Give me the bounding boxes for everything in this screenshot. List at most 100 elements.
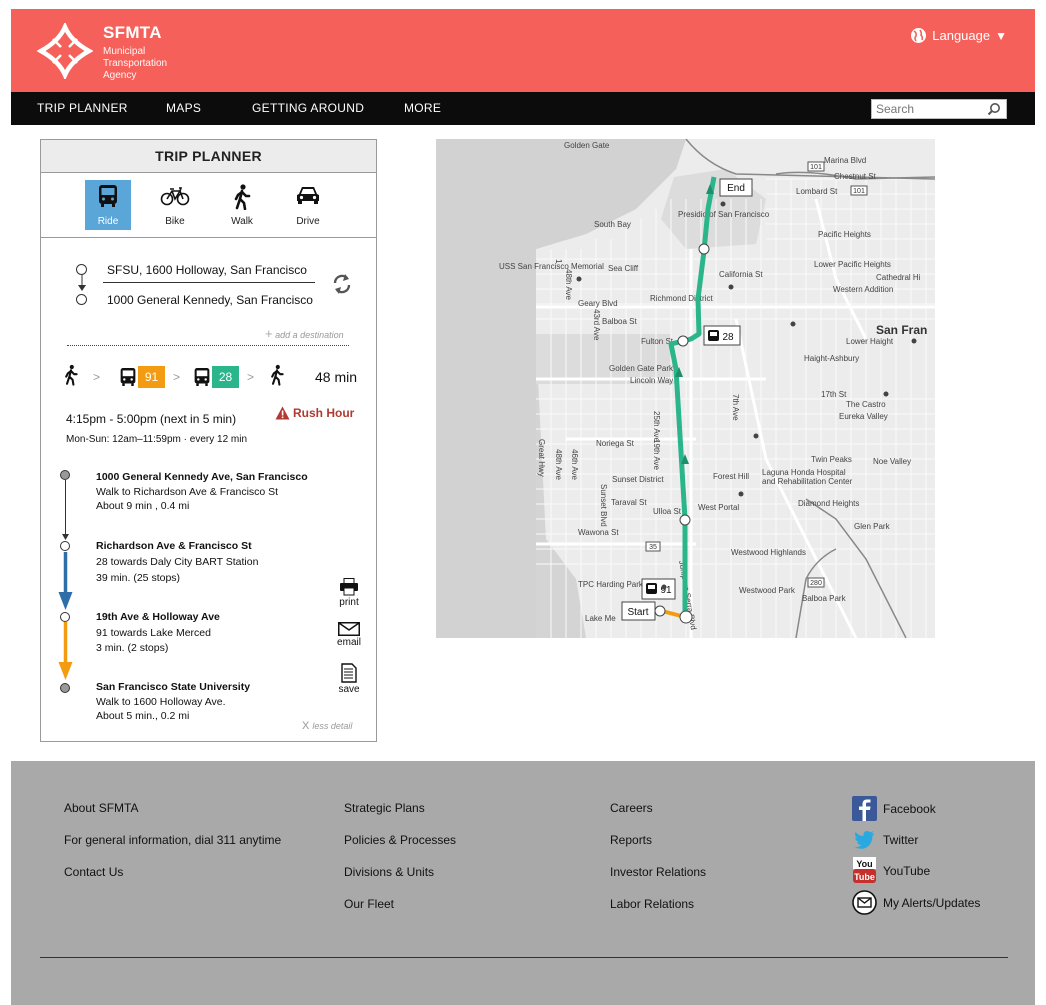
step-title: San Francisco State University	[96, 681, 251, 693]
bus-icon	[120, 368, 136, 386]
stop-marker[interactable]	[677, 335, 689, 347]
map-label: South Bay	[594, 220, 631, 229]
footer-link[interactable]: Investor Relations	[610, 865, 706, 879]
time-window: 4:15pm - 5:00pm (next in 5 min)	[66, 412, 237, 426]
footer-link[interactable]: Strategic Plans	[344, 801, 425, 815]
footer-divider	[40, 957, 1008, 958]
email-button[interactable]: email	[333, 622, 365, 648]
save-button[interactable]: save	[333, 663, 365, 695]
search-input[interactable]	[872, 100, 982, 118]
step-title: 19th Ave & Holloway Ave	[96, 611, 220, 623]
map-label: Sunset District	[612, 475, 664, 484]
start-label: Start	[627, 607, 648, 618]
walk-icon	[271, 364, 284, 386]
footer-link[interactable]: Careers	[610, 801, 653, 815]
route-summary[interactable]: > 91 > 28 > 48 min	[59, 362, 359, 392]
twitter-icon	[852, 827, 877, 852]
bike-icon	[160, 187, 190, 206]
highway-shield: 280	[810, 580, 822, 587]
map-label: 43rd Ave	[592, 309, 601, 341]
map-label: 7th Ave	[731, 394, 740, 421]
map-label: Balboa Park	[802, 594, 847, 603]
brand: SFMTA Municipal Transportation Agency	[103, 23, 167, 82]
step-detail: 91 towards Lake Merced	[96, 627, 211, 639]
stop-marker[interactable]	[679, 610, 693, 624]
mode-walk[interactable]: Walk	[219, 180, 265, 230]
step-detail: 39 min. (25 stops)	[96, 572, 181, 584]
less-detail-link[interactable]: Xless detail	[302, 720, 352, 732]
social-label: Facebook	[883, 801, 936, 816]
map-label: Westwood Park	[739, 586, 796, 595]
social-youtube[interactable]: You Tube YouTube	[852, 857, 930, 884]
footer-link[interactable]: Labor Relations	[610, 897, 694, 911]
search-icon[interactable]	[987, 102, 1001, 116]
mode-drive[interactable]: Drive	[285, 180, 331, 230]
stop-marker[interactable]	[654, 605, 666, 617]
rush-hour-alert[interactable]: Rush Hour	[275, 406, 354, 420]
add-destination-link[interactable]: + add a destination	[265, 326, 344, 341]
step-detail: About 5 min., 0.2 mi	[96, 710, 190, 722]
map-label: Lake Me	[585, 614, 616, 623]
mode-label: Ride	[97, 216, 119, 227]
destination-field[interactable]: 1000 General Kennedy, San Francisco	[107, 293, 313, 307]
footer-link[interactable]: Divisions & Units	[344, 865, 434, 879]
social-alerts[interactable]: My Alerts/Updates	[852, 890, 980, 915]
footer-link[interactable]: Contact Us	[64, 865, 123, 879]
dotted-divider	[67, 345, 349, 346]
stop-marker[interactable]	[679, 514, 691, 526]
route-map[interactable]: Golden Gate Marina Blvd Chestnut St Lomb…	[436, 139, 935, 638]
step-marker	[60, 541, 70, 551]
stop-marker[interactable]	[698, 243, 710, 255]
highway-shield: 101	[810, 164, 822, 171]
footer-link[interactable]: About SFMTA	[64, 801, 138, 815]
mode-bike[interactable]: Bike	[152, 180, 198, 230]
highway-shield: 35	[649, 544, 657, 551]
step-detail: 3 min. (2 stops)	[96, 642, 169, 654]
step-detail: Walk to 1600 Holloway Ave.	[96, 696, 226, 708]
map-label: 19th Ave	[652, 439, 661, 471]
print-button[interactable]: print	[333, 578, 365, 608]
mode-ride[interactable]: Ride	[85, 180, 131, 230]
trip-planner-title: TRIP PLANNER	[41, 140, 376, 173]
step-marker	[60, 683, 70, 693]
map-label: Laguna Honda Hospital	[762, 468, 846, 477]
nav-trip-planner[interactable]: TRIP PLANNER	[37, 101, 128, 115]
arrow-down-icon	[78, 274, 86, 291]
map-label: The Castro	[846, 400, 886, 409]
map-label: Forest Hill	[713, 472, 749, 481]
print-label: print	[339, 597, 359, 608]
footer-link[interactable]: Our Fleet	[344, 897, 394, 911]
sfmta-logo-icon[interactable]	[37, 23, 93, 79]
map-label: Noriega St	[596, 439, 635, 448]
map-label: Twin Peaks	[811, 455, 852, 464]
map-label: Golden Gate	[564, 141, 610, 150]
map-label: Marina Blvd	[824, 156, 866, 165]
nav-maps[interactable]: MAPS	[166, 101, 201, 115]
mode-label: Walk	[231, 216, 253, 227]
nav-getting-around[interactable]: GETTING AROUND	[252, 101, 364, 115]
map-label: Noe Valley	[873, 457, 911, 466]
footer-link[interactable]: For general information, dial 311 anytim…	[64, 833, 281, 847]
language-selector[interactable]: Language ▼	[910, 27, 1007, 44]
map-label: Haight-Ashbury	[804, 354, 859, 363]
walk-icon	[234, 184, 251, 210]
separator: >	[93, 370, 101, 384]
language-label: Language	[932, 28, 991, 43]
close-icon: X	[302, 720, 310, 732]
swap-icon[interactable]	[331, 273, 353, 295]
trip-planner-panel: TRIP PLANNER Ride Bike Walk Drive SFSU, …	[40, 139, 377, 742]
rush-hour-label: Rush Hour	[293, 406, 355, 420]
step-detail: 28 towards Daly City BART Station	[96, 556, 259, 568]
origin-field[interactable]: SFSU, 1600 Holloway, San Francisco	[107, 263, 307, 277]
map-label: TPC Harding Park	[578, 580, 644, 589]
car-icon	[297, 187, 319, 204]
social-facebook[interactable]: Facebook	[852, 796, 936, 821]
map-label: Pacific Heights	[818, 230, 871, 239]
social-twitter[interactable]: Twitter	[852, 827, 918, 852]
nav-more[interactable]: MORE	[404, 101, 441, 115]
map-label: Taraval St	[611, 498, 647, 507]
svg-text:You: You	[856, 859, 872, 869]
footer-link[interactable]: Reports	[610, 833, 652, 847]
footer-link[interactable]: Policies & Processes	[344, 833, 456, 847]
brand-subtitle-line: Transportation	[103, 58, 168, 69]
